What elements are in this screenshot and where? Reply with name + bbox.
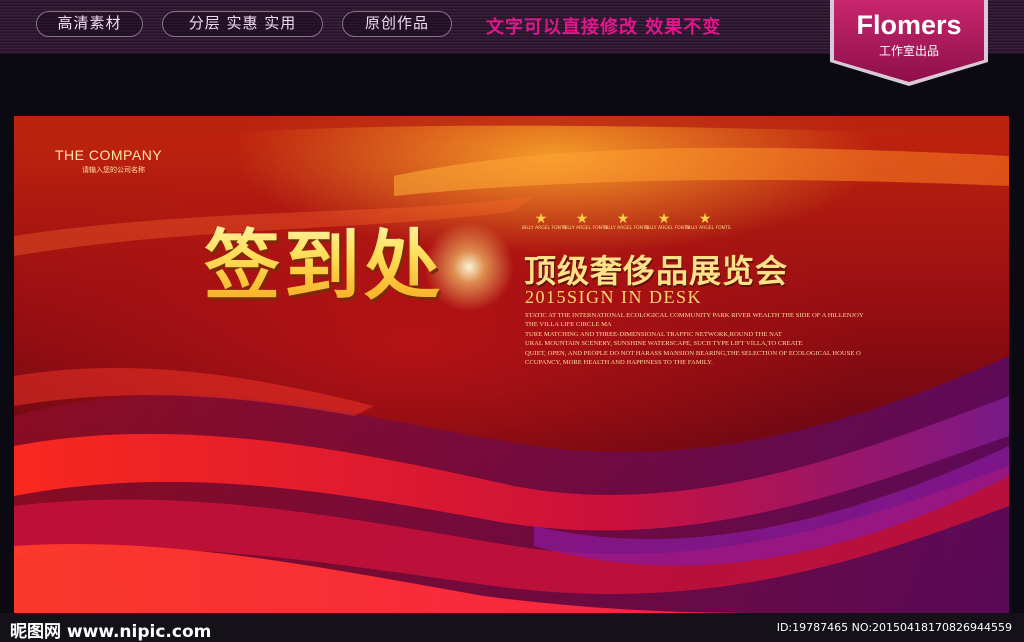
tag-original: 原创作品 [342, 11, 452, 37]
star-icon: ★ [657, 211, 671, 227]
description-line: URAL MOUNTAIN SCENERY, SUNSHINE WATERSCA… [525, 340, 803, 348]
star-icon: ★ [534, 211, 548, 227]
star-label: BILLY ARGEL FONTS [563, 226, 608, 231]
star-label: BILLY ARGEL FONTS [686, 226, 731, 231]
star-rating: ★ BILLY ARGEL FONTS ★ BILLY ARGEL FONTS … [522, 212, 742, 234]
sign-in-title: 签到处 [204, 204, 444, 314]
star-label: BILLY ARGEL FONTS [604, 226, 649, 231]
company-name: THE COMPANY [55, 147, 163, 163]
company-name-hint: 请输入您的公司名称 [82, 166, 145, 174]
slogan-text: 文字可以直接修改 效果不变 [486, 17, 722, 38]
brand-subtitle: 工作室出品 [878, 44, 939, 58]
star-label: BILLY ARGEL FONTS [522, 226, 567, 231]
brand-badge: Flomers 工作室出品 [826, 0, 992, 86]
description-line: TURE MATCHING AND THREE-DIMENSIONAL TRAF… [525, 330, 782, 338]
star-icon: ★ [698, 211, 712, 227]
tag-layered: 分层 实惠 实用 [162, 11, 323, 37]
exhibition-subtitle: 顶级奢侈品展览会 [524, 252, 789, 290]
image-id: ID:19787465 NO:20150418170826944559 [776, 621, 1012, 634]
star-icon: ★ [616, 211, 630, 227]
star-label: BILLY ARGEL FONTS [645, 226, 690, 231]
description-text: STATIC AT THE INTERNATIONAL ECOLOGICAL C… [525, 311, 864, 367]
star-icon: ★ [575, 211, 589, 227]
description-line: CCUPANCY, MORE HEALTH AND HAPPINESS TO T… [525, 359, 713, 367]
description-line: THE VILLA LIFE CIRCLE MA [525, 321, 612, 329]
description-line: QUIET, OPEN, AND PEOPLE DO NOT HARASS MA… [525, 349, 861, 357]
description-line: STATIC AT THE INTERNATIONAL ECOLOGICAL C… [525, 312, 864, 319]
brand-name: Flomers [856, 10, 962, 40]
tag-hd-material: 高清素材 [36, 11, 143, 37]
sign-in-desk-caption: 2015SIGN IN DESK [525, 287, 702, 307]
sign-in-banner: THE COMPANY 请输入您的公司名称 签到处 ★ BILLY ARGEL … [14, 116, 1009, 613]
site-watermark: 昵图网 www.nipic.com [10, 622, 212, 642]
footer-bar: 昵图网 www.nipic.com ID:19787465 NO:2015041… [0, 613, 1024, 642]
